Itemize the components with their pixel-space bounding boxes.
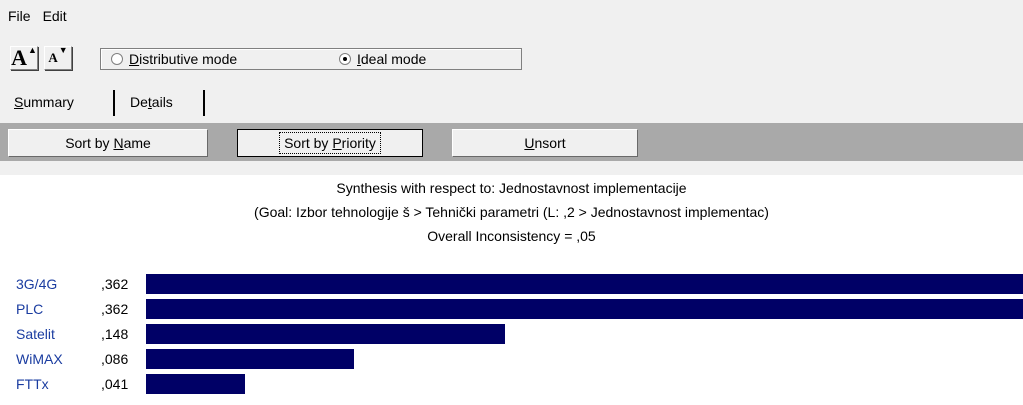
bar-row: Satelit ,148	[0, 324, 1023, 344]
tab-divider	[113, 90, 115, 116]
bar-category-label: PLC	[16, 301, 44, 317]
synthesis-goal-path: (Goal: Izbor tehnologije š > Tehnički pa…	[254, 204, 769, 220]
app-window: File Edit A ▲ A ▼ Distributive mode Ideal …	[0, 0, 1023, 405]
bar-row: 3G/4G ,362	[0, 274, 1023, 294]
font-smaller-icon: A	[48, 50, 58, 65]
radio-unchecked-icon	[111, 53, 123, 65]
font-larger-icon: A	[11, 45, 27, 70]
bar-category-label: WiMAX	[16, 351, 63, 367]
priority-bar	[146, 274, 1023, 294]
synthesis-header: Synthesis with respect to: Jednostavnost…	[0, 176, 1023, 248]
ideal-mode-radio[interactable]: Ideal mode	[339, 51, 426, 67]
increase-font-button[interactable]: A ▲	[10, 45, 38, 70]
synthesis-title: Synthesis with respect to: Jednostavnost…	[336, 180, 687, 196]
down-arrow-icon: ▼	[58, 45, 68, 55]
tab-divider	[203, 90, 205, 116]
tab-details[interactable]: Details	[130, 91, 173, 113]
sort-by-priority-button[interactable]: Sort by Priority	[237, 129, 423, 157]
radio-checked-icon	[339, 53, 351, 65]
sort-toolbar: Sort by Name Sort by Priority Unsort	[0, 123, 1023, 161]
priority-bar	[146, 349, 354, 369]
menu-file[interactable]: File	[0, 0, 37, 32]
priority-bar	[146, 299, 1023, 319]
distributive-mode-radio[interactable]: Distributive mode	[111, 51, 237, 67]
sort-by-name-button[interactable]: Sort by Name	[8, 129, 208, 157]
ideal-mode-label: Ideal mode	[357, 51, 427, 67]
menu-edit[interactable]: Edit	[37, 0, 73, 32]
tab-summary[interactable]: Summary	[14, 91, 74, 113]
priority-bar	[146, 324, 505, 344]
bar-row: PLC ,362	[0, 299, 1023, 319]
bar-row: FTTx ,041	[0, 374, 1023, 394]
bar-value-label: ,086	[101, 351, 129, 367]
bar-value-label: ,041	[101, 376, 129, 392]
priority-bar	[146, 374, 245, 394]
distributive-mode-label: Distributive mode	[129, 51, 238, 67]
overall-inconsistency: Overall Inconsistency = ,05	[427, 228, 596, 244]
mode-radio-group: Distributive mode Ideal mode	[100, 48, 522, 70]
menu-bar: File Edit	[0, 0, 1023, 32]
bar-category-label: Satelit	[16, 326, 55, 342]
bar-value-label: ,362	[101, 276, 129, 292]
bar-value-label: ,148	[101, 326, 129, 342]
bar-value-label: ,362	[101, 301, 129, 317]
decrease-font-button[interactable]: A ▼	[44, 45, 72, 70]
unsort-button[interactable]: Unsort	[452, 129, 638, 157]
bar-category-label: FTTx	[16, 376, 49, 392]
bar-row: WiMAX ,086	[0, 349, 1023, 369]
up-arrow-icon: ▲	[27, 45, 37, 55]
bar-category-label: 3G/4G	[16, 276, 58, 292]
